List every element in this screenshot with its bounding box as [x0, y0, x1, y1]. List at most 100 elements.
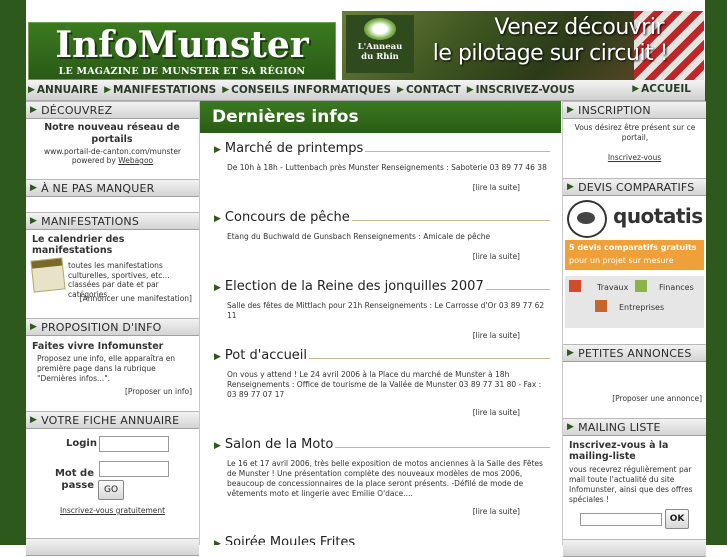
main-content: Dernières infos ▶ Marché de printemps De …: [200, 101, 561, 545]
annoncer-manifestation-link[interactable]: [Annoncer une manifestation]: [80, 294, 192, 303]
banner-headline-1: Venez découvrir: [494, 15, 664, 40]
section-title: PETITES ANNONCES: [578, 346, 692, 360]
nav-item-contact[interactable]: ▶ CONTACT: [395, 84, 465, 96]
news-item: ▶ Soirée Moules Frites: [214, 535, 550, 545]
quotatis-ad[interactable]: quotatis 5 devis comparatifs gratuits po…: [565, 198, 704, 328]
read-more-link[interactable]: [lire la suite]: [214, 252, 550, 261]
nav-label: MANIFESTATIONS: [113, 84, 217, 96]
login-input[interactable]: [99, 436, 169, 452]
arrow-right-icon: ▶: [567, 422, 575, 432]
nav-label: CONTACT: [405, 84, 461, 96]
section-title: DEVIS COMPARATIFS: [578, 180, 695, 194]
site-header: InfoMunster LE MAGAZINE DE MUNSTER ET SA…: [26, 0, 705, 80]
mascot-face: [577, 212, 595, 224]
arrow-right-icon: ▶: [214, 539, 221, 545]
read-more-link[interactable]: [lire la suite]: [214, 331, 550, 340]
nav-item-accueil[interactable]: ▶ ACCUEIL: [630, 83, 695, 95]
nav-item-manifestations[interactable]: ▶ MANIFESTATIONS: [102, 84, 220, 96]
arrow-right-icon: ▶: [30, 183, 38, 193]
section-title: PROPOSITION D'INFO: [41, 320, 162, 334]
coins-icon: [635, 280, 647, 292]
calendar-binding: [31, 258, 63, 269]
divider: [335, 438, 550, 448]
divider: [309, 349, 550, 359]
section-title: À NE PAS MANQUER: [41, 181, 155, 195]
news-body: De 10h à 18h - Luttenbach près Munster R…: [227, 163, 547, 172]
site-logo[interactable]: InfoMunster LE MAGAZINE DE MUNSTER ET SA…: [28, 22, 336, 80]
news-title[interactable]: Concours de pêche: [225, 210, 350, 225]
webagoo-link[interactable]: Webagoo: [118, 156, 153, 165]
proposer-info-link[interactable]: [Proposer un info]: [125, 387, 192, 396]
password-input[interactable]: [99, 461, 169, 477]
nav-label: ACCUEIL: [641, 83, 691, 95]
arrow-right-icon: ▶: [214, 352, 221, 362]
ad-banner[interactable]: L'Anneau du Rhin Venez découvrir le pilo…: [342, 11, 704, 80]
section-header-proposition-info: ▶ PROPOSITION D'INFO: [26, 318, 199, 336]
circuit-emblem-icon: [364, 18, 396, 40]
section-header-a-ne-pas-manquer[interactable]: ▶ À NE PAS MANQUER: [26, 179, 199, 197]
nav-item-conseils-informatiques[interactable]: ▶ CONSEILS INFORMATIQUES: [220, 84, 395, 96]
arrow-right-icon: ▶: [466, 85, 474, 95]
portal-url: www.portail-de-canton.com/munster: [43, 147, 182, 156]
news-title[interactable]: Marché de printemps: [225, 141, 363, 156]
arrow-right-icon: ▶: [567, 182, 575, 192]
section-header-next: [26, 538, 199, 556]
arrow-right-icon: ▶: [30, 216, 38, 226]
arrow-right-icon: ▶: [104, 85, 112, 95]
news-title[interactable]: Pot d'accueil: [225, 348, 307, 363]
decouvrez-title: Notre nouveau réseau de portails: [44, 122, 180, 145]
proposer-annonce-link[interactable]: [Proposer une annonce]: [612, 394, 702, 403]
read-more-link[interactable]: [lire la suite]: [214, 183, 550, 192]
left-background-band: [0, 0, 26, 545]
category-finances[interactable]: Finances: [659, 283, 694, 292]
category-travaux[interactable]: Travaux: [597, 283, 628, 292]
manifestations-title: Le calendrier des manifestations: [32, 234, 125, 256]
news-title[interactable]: Soirée Moules Frites: [225, 535, 355, 545]
divider: [485, 280, 550, 290]
arrow-right-icon: ▶: [30, 415, 38, 425]
arrow-right-icon: ▶: [214, 441, 221, 451]
calendar-icon: [30, 257, 66, 293]
news-body: Le 16 et 17 avril 2006, très belle expos…: [227, 459, 543, 498]
section-header-devis-comparatifs: ▶ DEVIS COMPARATIFS: [563, 178, 706, 196]
login-label: Login: [66, 438, 97, 449]
mailing-email-input[interactable]: [580, 513, 662, 526]
banner-brand-line2: du Rhin: [361, 52, 399, 62]
register-free-link[interactable]: Inscrivez-vous gratuitement: [26, 506, 199, 515]
arrow-right-icon: ▶: [632, 84, 640, 94]
anneau-du-rhin-logo: L'Anneau du Rhin: [346, 15, 414, 73]
login-go-button[interactable]: GO: [98, 480, 124, 500]
nav-item-annuaire[interactable]: ▶ ANNUAIRE: [26, 84, 102, 96]
divider: [357, 536, 550, 545]
nav-item-inscrivez-vous[interactable]: ▶ INSCRIVEZ-VOUS: [465, 84, 579, 96]
arrow-right-icon: ▶: [397, 85, 404, 95]
section-title: DÉCOUVREZ: [41, 103, 113, 117]
news-body: On vous y attend ! Le 24 avril 2006 à la…: [227, 370, 542, 399]
proposition-text: Proposez une info, elle apparaîtra en pr…: [37, 354, 176, 383]
news-item: ▶ Concours de pêche Etang du Buchwald de …: [214, 210, 550, 261]
news-body: Salle des fêtes de Mittlach pour 21h Ren…: [227, 301, 545, 320]
mailing-ok-button[interactable]: OK: [665, 509, 689, 529]
nav-label: INSCRIVEZ-VOUS: [475, 84, 575, 96]
building-icon: [595, 300, 607, 312]
section-header-fiche-annuaire: ▶ VOTRE FICHE ANNUAIRE: [26, 411, 199, 429]
inscription-link[interactable]: Inscrivez-vous: [563, 153, 706, 162]
house-icon: [569, 280, 581, 292]
category-entreprises[interactable]: Entreprises: [619, 303, 664, 312]
section-header-mailing-liste: ▶ MAILING LISTE: [563, 418, 706, 436]
mailing-text: vous recevrez régulièrement par mail tou…: [569, 465, 693, 504]
section-title: MANIFESTATIONS: [41, 214, 140, 228]
quotatis-categories: Travaux Finances Entreprises: [565, 276, 704, 328]
section-title: MAILING LISTE: [578, 420, 661, 434]
news-title[interactable]: Salon de la Moto: [225, 437, 333, 452]
right-sidebar: ▶ INSCRIPTION Vous désirez être présent s…: [562, 101, 706, 557]
nav-label: ANNUAIRE: [36, 84, 99, 96]
arrow-right-icon: ▶: [567, 105, 575, 115]
read-more-link[interactable]: [lire la suite]: [214, 408, 550, 417]
promo-line-2: pour un projet sur mesure: [569, 256, 674, 265]
news-item: ▶ Salon de la Moto Le 16 et 17 avril 2006…: [214, 437, 550, 516]
read-more-link[interactable]: [lire la suite]: [214, 507, 550, 516]
news-title[interactable]: Election de la Reine des jonquilles 2007: [225, 279, 484, 294]
arrow-right-icon: ▶: [214, 214, 221, 224]
section-header-manifestations[interactable]: ▶ MANIFESTATIONS: [26, 212, 199, 230]
